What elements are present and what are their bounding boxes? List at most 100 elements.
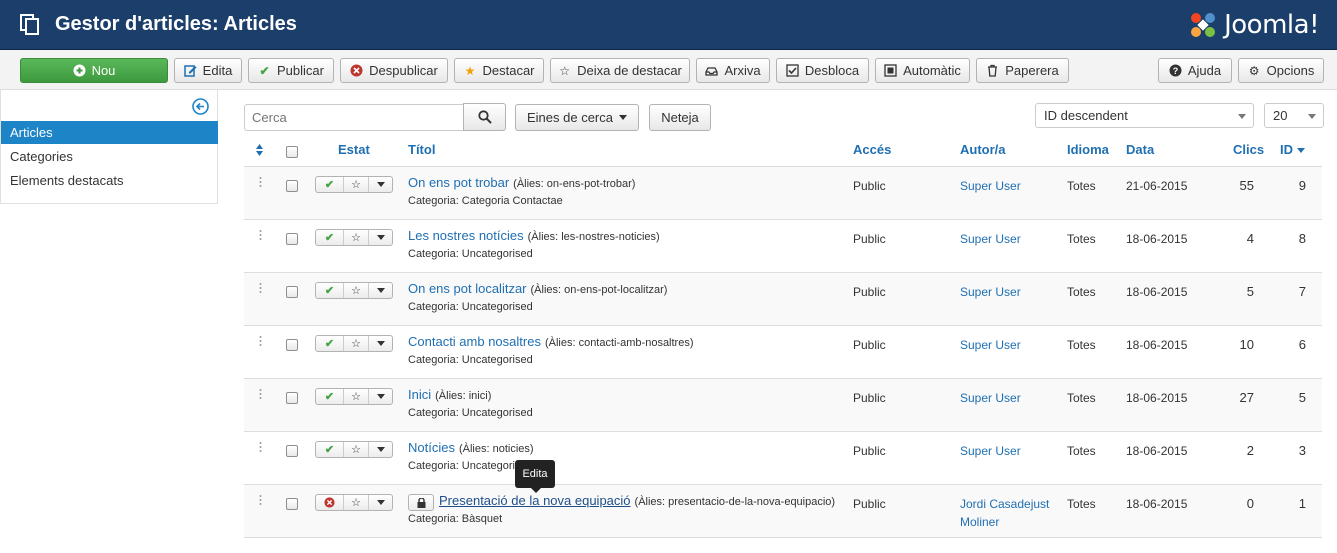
- actions-dropdown[interactable]: [369, 495, 392, 510]
- drag-handle-icon[interactable]: [259, 336, 262, 346]
- author-link[interactable]: Jordi Casadejust: [960, 497, 1049, 511]
- featured-toggle[interactable]: ☆: [344, 230, 369, 245]
- published-toggle[interactable]: ✔: [316, 283, 344, 298]
- drag-handle-icon[interactable]: [259, 442, 262, 452]
- featured-toggle[interactable]: ☆: [344, 495, 369, 510]
- featured-toggle[interactable]: ☆: [344, 336, 369, 351]
- sort-icon[interactable]: [256, 144, 263, 156]
- row-checkbox[interactable]: [286, 233, 298, 245]
- column-date[interactable]: Data: [1126, 142, 1154, 157]
- unpublished-toggle[interactable]: [316, 495, 344, 510]
- featured-toggle[interactable]: ☆: [344, 442, 369, 457]
- search-tools-button[interactable]: Eines de cerca: [515, 104, 639, 131]
- drag-handle-icon[interactable]: [259, 495, 262, 505]
- star-empty-icon: ☆: [351, 444, 361, 456]
- author-link-continued[interactable]: Moliner: [960, 515, 999, 529]
- featured-toggle[interactable]: ☆: [344, 177, 369, 192]
- column-language[interactable]: Idioma: [1067, 142, 1109, 157]
- author-link[interactable]: Super User: [960, 285, 1021, 299]
- publish-button[interactable]: ✔ Publicar: [248, 58, 334, 83]
- sidebar-item-categories[interactable]: Categories: [1, 145, 218, 168]
- row-checkbox[interactable]: [286, 286, 298, 298]
- new-button[interactable]: Nou: [20, 58, 168, 83]
- trash-button-label: Paperera: [1005, 63, 1059, 78]
- table-row: ☆ Presentació de la nova equipació (Àlies:…: [244, 485, 1322, 538]
- row-checkbox[interactable]: [286, 339, 298, 351]
- featured-toggle[interactable]: ☆: [344, 283, 369, 298]
- trash-button[interactable]: Paperera: [976, 58, 1069, 83]
- author-link[interactable]: Super User: [960, 338, 1021, 352]
- actions-dropdown[interactable]: [369, 442, 392, 457]
- checked-out-button[interactable]: [408, 494, 434, 511]
- ordering-select[interactable]: ID descendent: [1035, 103, 1254, 128]
- row-checkbox[interactable]: [286, 445, 298, 457]
- access-level: Public: [853, 497, 886, 511]
- article-alias: (Àlies: on-ens-pot-localitzar): [530, 284, 668, 296]
- date: 18-06-2015: [1126, 285, 1188, 299]
- column-title[interactable]: Títol: [408, 142, 435, 157]
- article-title-link[interactable]: On ens pot trobar: [408, 175, 509, 190]
- row-checkbox[interactable]: [286, 392, 298, 404]
- joomla-logo[interactable]: Joomla!: [1188, 8, 1319, 42]
- collapse-sidebar-icon[interactable]: [192, 98, 209, 115]
- published-toggle[interactable]: ✔: [316, 177, 344, 192]
- auto-button[interactable]: Automàtic: [875, 58, 970, 83]
- column-access[interactable]: Accés: [853, 142, 891, 157]
- actions-dropdown[interactable]: [369, 283, 392, 298]
- actions-dropdown[interactable]: [369, 336, 392, 351]
- column-author[interactable]: Autor/a: [960, 142, 1006, 157]
- clear-button[interactable]: Neteja: [649, 104, 711, 131]
- select-all-checkbox[interactable]: [286, 146, 298, 158]
- article-title-link[interactable]: Presentació de la nova equipació: [439, 493, 631, 508]
- row-checkbox[interactable]: [286, 498, 298, 510]
- options-button[interactable]: ⚙ Opcions: [1238, 58, 1324, 83]
- sidebar-item-articles[interactable]: Articles: [1, 121, 218, 144]
- caret-down-icon: [619, 115, 627, 120]
- question-circle-icon: ?: [1169, 64, 1182, 77]
- caret-down-icon: [376, 500, 385, 505]
- search-button[interactable]: [463, 103, 506, 131]
- status-button-group: ✔ ☆: [315, 229, 393, 246]
- caret-down-icon: [376, 182, 385, 187]
- published-toggle[interactable]: ✔: [316, 389, 344, 404]
- column-status[interactable]: Estat: [338, 142, 370, 157]
- published-toggle[interactable]: ✔: [316, 230, 344, 245]
- published-toggle[interactable]: ✔: [316, 336, 344, 351]
- article-title-link[interactable]: Contacti amb nosaltres: [408, 334, 541, 349]
- author-link[interactable]: Super User: [960, 444, 1021, 458]
- article-title-link[interactable]: Inici: [408, 387, 431, 402]
- sidebar-item-featured[interactable]: Elements destacats: [1, 169, 218, 192]
- actions-dropdown[interactable]: [369, 177, 392, 192]
- checkin-button[interactable]: Desbloca: [776, 58, 869, 83]
- drag-handle-icon[interactable]: [259, 283, 262, 293]
- article-title-link[interactable]: Notícies: [408, 440, 455, 455]
- feature-button[interactable]: ★ Destacar: [454, 58, 544, 83]
- column-id[interactable]: ID: [1280, 142, 1305, 157]
- published-toggle[interactable]: ✔: [316, 442, 344, 457]
- help-button[interactable]: ? Ajuda: [1158, 58, 1232, 83]
- column-hits[interactable]: Clics: [1233, 142, 1264, 157]
- author-link[interactable]: Super User: [960, 179, 1021, 193]
- article-id: 7: [1298, 284, 1306, 299]
- drag-handle-icon[interactable]: [259, 177, 262, 187]
- unpublish-button[interactable]: Despublicar: [340, 58, 448, 83]
- app-header: Gestor d'articles: Articles Joomla!: [0, 0, 1337, 50]
- edit-button[interactable]: Edita: [174, 58, 242, 83]
- actions-dropdown[interactable]: [369, 230, 392, 245]
- drag-handle-icon[interactable]: [259, 389, 262, 399]
- actions-dropdown[interactable]: [369, 389, 392, 404]
- lock-icon: [417, 497, 425, 508]
- search-input[interactable]: [244, 104, 464, 131]
- author-link[interactable]: Super User: [960, 232, 1021, 246]
- unfeature-button[interactable]: ☆ Deixa de destacar: [550, 58, 690, 83]
- article-title-link[interactable]: On ens pot localitzar: [408, 281, 527, 296]
- row-checkbox[interactable]: [286, 180, 298, 192]
- featured-toggle[interactable]: ☆: [344, 389, 369, 404]
- article-title-link[interactable]: Les nostres notícies: [408, 228, 524, 243]
- drag-handle-icon[interactable]: [259, 230, 262, 240]
- author-link[interactable]: Super User: [960, 391, 1021, 405]
- article-alias: (Àlies: les-nostres-noticies): [527, 231, 660, 243]
- article-category: Categoria: Categoria Contactae: [408, 195, 563, 207]
- limit-select[interactable]: 20: [1264, 103, 1324, 128]
- archive-button[interactable]: Arxiva: [696, 58, 770, 83]
